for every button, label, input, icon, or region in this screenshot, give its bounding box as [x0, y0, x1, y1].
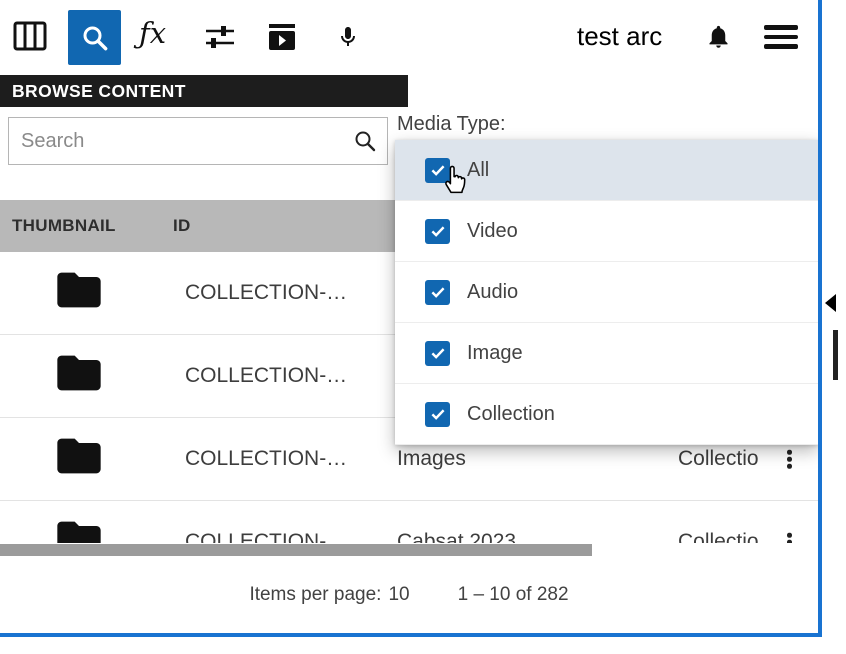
horizontal-scrollbar [0, 543, 818, 557]
search-icon [80, 23, 110, 53]
app-window: ƒx test arc BROWSE CONTENT THUMBNAIL ID … [0, 0, 822, 637]
checkbox-checked-icon[interactable] [425, 402, 450, 427]
vertical-scrollbar-thumb[interactable] [833, 330, 838, 380]
search-box [8, 117, 388, 165]
row-title: Cabsat 2023 [397, 530, 516, 543]
search-button[interactable] [68, 10, 121, 65]
pagination-bar: Items per page: 10 1 – 10 of 282 [0, 557, 818, 633]
row-id: COLLECTION-… [185, 447, 347, 471]
media-type-option-video[interactable]: Video [395, 201, 818, 262]
option-label: Collection [467, 403, 555, 426]
row-actions-kebab-icon[interactable] [783, 529, 796, 543]
browse-content-header: BROWSE CONTENT [0, 75, 408, 107]
tune-filters-icon[interactable] [204, 23, 236, 51]
row-title: Images [397, 447, 466, 471]
row-id: COLLECTION-… [185, 281, 347, 305]
folder-icon [55, 271, 103, 316]
folder-icon [55, 354, 103, 399]
effects-fx-icon[interactable]: ƒx [139, 16, 166, 50]
notifications-bell-icon[interactable] [705, 22, 732, 51]
row-id: COLLECTION-… [185, 530, 347, 543]
option-label: Image [467, 342, 523, 365]
column-header-thumbnail[interactable]: THUMBNAIL [12, 216, 116, 236]
folder-icon [55, 437, 103, 482]
media-type-option-all[interactable]: All [395, 140, 818, 201]
media-type-option-audio[interactable]: Audio [395, 262, 818, 323]
video-library-icon[interactable] [266, 22, 298, 52]
option-label: Video [467, 220, 518, 243]
media-type-option-image[interactable]: Image [395, 323, 818, 384]
media-type-option-collection[interactable]: Collection [395, 384, 818, 445]
table-row[interactable]: COLLECTION-… Cabsat 2023 Collectio [0, 501, 818, 543]
search-input-icon [353, 129, 377, 153]
checkbox-checked-icon[interactable] [425, 341, 450, 366]
row-id: COLLECTION-… [185, 364, 347, 388]
column-header-id[interactable]: ID [173, 216, 191, 236]
row-type: Collectio [678, 530, 759, 543]
option-label: All [467, 159, 489, 182]
hamburger-menu-icon[interactable] [764, 25, 798, 49]
microphone-icon[interactable] [336, 21, 360, 53]
search-input[interactable] [9, 130, 353, 153]
checkbox-checked-icon[interactable] [425, 158, 450, 183]
app-title: test arc [577, 21, 662, 52]
filmstrip-icon[interactable] [13, 21, 47, 51]
checkbox-checked-icon[interactable] [425, 219, 450, 244]
checkbox-checked-icon[interactable] [425, 280, 450, 305]
row-type: Collectio [678, 447, 759, 471]
panel-collapse-arrow-icon[interactable] [825, 294, 836, 312]
media-type-label: Media Type: [397, 113, 506, 136]
horizontal-scrollbar-thumb[interactable] [0, 544, 592, 556]
option-label: Audio [467, 281, 518, 304]
items-per-page-label: Items per page: [249, 584, 381, 606]
row-actions-kebab-icon[interactable] [783, 446, 796, 473]
folder-icon [55, 520, 103, 544]
media-type-dropdown: All Video Audio Image Collection [395, 140, 818, 445]
pagination-range-label: 1 – 10 of 282 [458, 584, 569, 606]
items-per-page-select[interactable]: 10 [388, 584, 409, 606]
toolbar: ƒx test arc [0, 0, 818, 75]
